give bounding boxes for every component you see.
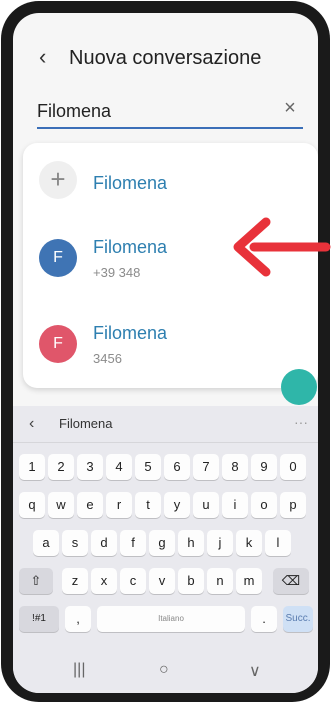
plus-icon: + — [39, 161, 77, 199]
comma-key[interactable]: , — [65, 606, 91, 632]
key[interactable]: 3 — [77, 454, 103, 480]
key[interactable]: 5 — [135, 454, 161, 480]
key[interactable]: e — [77, 492, 103, 518]
more-icon[interactable]: ··· — [294, 414, 308, 430]
search-underline — [37, 127, 303, 129]
chevron-left-icon[interactable]: ‹ — [29, 415, 34, 433]
system-nav-bar: ||| ○ ∨ — [13, 651, 318, 693]
search-bar: × — [35, 95, 305, 129]
list-item-contact[interactable]: F Filomena 3456 — [23, 309, 318, 379]
screen: ‹ Nuova conversazione × + Filomena F Fil… — [13, 13, 318, 693]
period-key[interactable]: . — [251, 606, 277, 632]
page-title: Nuova conversazione — [69, 47, 262, 69]
key[interactable]: w — [48, 492, 74, 518]
key[interactable]: 7 — [193, 454, 219, 480]
back-button[interactable]: ‹ — [39, 46, 51, 68]
key[interactable]: 8 — [222, 454, 248, 480]
key[interactable]: z — [62, 568, 88, 594]
key[interactable]: p — [280, 492, 306, 518]
result-number: +39 348 — [93, 265, 141, 280]
key[interactable]: t — [135, 492, 161, 518]
key[interactable]: s — [62, 530, 88, 556]
close-icon[interactable]: × — [279, 97, 301, 119]
key[interactable]: 4 — [106, 454, 132, 480]
suggestion-word[interactable]: Filomena — [59, 416, 112, 431]
key[interactable]: x — [91, 568, 117, 594]
phone-frame: ‹ Nuova conversazione × + Filomena F Fil… — [1, 1, 330, 702]
keyboard: ‹ Filomena ··· 1 2 3 4 5 6 7 8 9 0 q w e… — [13, 406, 318, 693]
symbols-key[interactable]: !#1 — [19, 606, 59, 632]
list-item-new-contact[interactable]: + Filomena — [23, 145, 318, 215]
avatar: F — [39, 325, 77, 363]
space-key[interactable]: Italiano — [97, 606, 245, 632]
home-button[interactable]: ○ — [159, 661, 169, 679]
key[interactable]: h — [178, 530, 204, 556]
key[interactable]: j — [207, 530, 233, 556]
header: ‹ Nuova conversazione — [13, 13, 318, 91]
key[interactable]: 9 — [251, 454, 277, 480]
key[interactable]: 6 — [164, 454, 190, 480]
key[interactable]: 0 — [280, 454, 306, 480]
key[interactable]: k — [236, 530, 262, 556]
key[interactable]: y — [164, 492, 190, 518]
next-button[interactable]: Succ. — [283, 606, 313, 632]
red-arrow-annotation — [233, 217, 331, 277]
key[interactable]: c — [120, 568, 146, 594]
key[interactable]: b — [178, 568, 204, 594]
search-input[interactable] — [37, 99, 267, 123]
key[interactable]: f — [120, 530, 146, 556]
result-name: Filomena — [93, 323, 168, 343]
key[interactable]: g — [149, 530, 175, 556]
key[interactable]: d — [91, 530, 117, 556]
nav-back-button[interactable]: ∨ — [249, 661, 261, 681]
result-number: 3456 — [93, 351, 122, 366]
fab-button[interactable] — [281, 369, 317, 405]
key[interactable]: l — [265, 530, 291, 556]
key[interactable]: i — [222, 492, 248, 518]
key[interactable]: q — [19, 492, 45, 518]
key[interactable]: r — [106, 492, 132, 518]
key[interactable]: o — [251, 492, 277, 518]
shift-key[interactable]: ⇧ — [19, 568, 53, 594]
recents-button[interactable]: ||| — [73, 661, 85, 679]
key[interactable]: 2 — [48, 454, 74, 480]
suggestion-bar: ‹ Filomena ··· — [13, 406, 318, 443]
key[interactable]: u — [193, 492, 219, 518]
key[interactable]: m — [236, 568, 262, 594]
key[interactable]: 1 — [19, 454, 45, 480]
key[interactable]: n — [207, 568, 233, 594]
avatar: F — [39, 239, 77, 277]
key[interactable]: v — [149, 568, 175, 594]
result-name: Filomena — [93, 237, 168, 257]
result-name: Filomena — [93, 173, 168, 193]
backspace-icon[interactable]: ⌫ — [273, 568, 309, 594]
key[interactable]: a — [33, 530, 59, 556]
